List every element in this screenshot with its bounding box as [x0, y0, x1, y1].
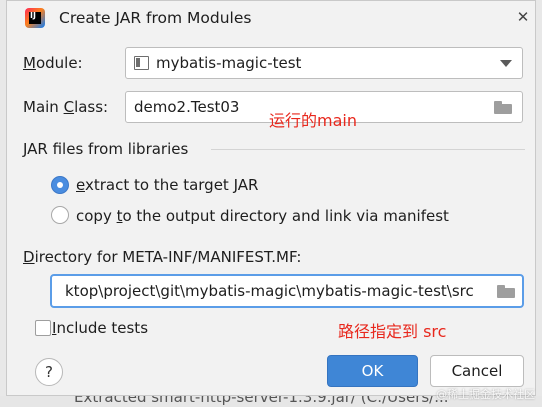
- main-class-value: demo2.Test03: [134, 98, 240, 116]
- manifest-dir-value: ktop\project\git\mybatis-magic\mybatis-m…: [65, 282, 474, 300]
- help-button[interactable]: ?: [35, 358, 63, 386]
- radio-copy-label[interactable]: copy to the output directory and link vi…: [76, 207, 449, 225]
- module-value: mybatis-magic-test: [156, 54, 302, 72]
- manifest-dir-annotation: 路径指定到 src: [338, 322, 447, 341]
- module-label: Module:: [23, 54, 83, 72]
- main-class-annotation: 运行的main: [269, 111, 357, 130]
- include-tests-label[interactable]: Include tests: [52, 319, 148, 337]
- radio-copy[interactable]: [51, 206, 69, 224]
- background-window-edge-right: [536, 0, 542, 396]
- radio-extract[interactable]: [51, 176, 69, 194]
- section-divider: [211, 149, 525, 150]
- intellij-app-icon: IJ: [25, 8, 45, 28]
- manifest-dir-label: Directory for META-INF/MANIFEST.MF:: [23, 248, 302, 266]
- include-tests-checkbox[interactable]: [35, 320, 51, 336]
- module-icon: [134, 56, 149, 70]
- libraries-section-title: JAR files from libraries: [23, 140, 189, 158]
- watermark-text: @稀土掘金技术社区: [436, 388, 535, 401]
- main-class-label: Main Class:: [23, 98, 109, 116]
- radio-extract-label[interactable]: extract to the target JAR: [76, 176, 258, 194]
- background-console-text: Extracted smart-http-server-1.3.9.jar/ (…: [74, 396, 449, 406]
- module-combobox[interactable]: mybatis-magic-test: [125, 47, 523, 79]
- dialog-title: Create JAR from Modules: [59, 9, 252, 27]
- folder-browse-icon[interactable]: [494, 101, 512, 114]
- folder-browse-icon[interactable]: [497, 285, 515, 298]
- ok-button[interactable]: OK: [327, 355, 418, 387]
- chevron-down-icon[interactable]: [500, 60, 512, 67]
- manifest-dir-field[interactable]: ktop\project\git\mybatis-magic\mybatis-m…: [50, 274, 524, 308]
- cancel-button[interactable]: Cancel: [430, 355, 524, 387]
- close-icon[interactable]: ✕: [513, 7, 533, 27]
- create-jar-dialog: IJ Create JAR from Modules ✕ Module: myb…: [6, 0, 536, 396]
